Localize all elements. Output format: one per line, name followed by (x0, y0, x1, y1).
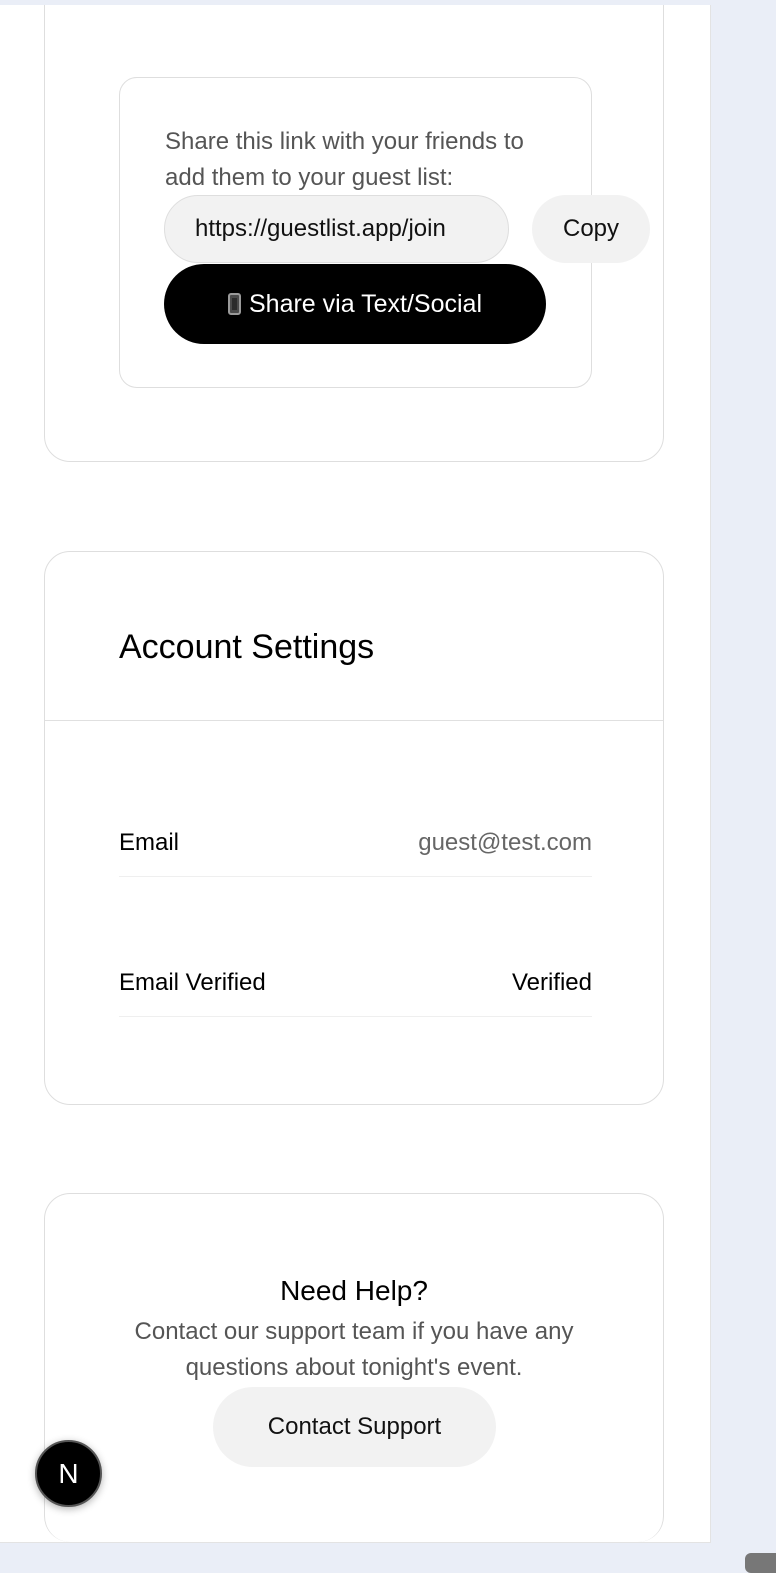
contact-support-button[interactable]: Contact Support (213, 1387, 496, 1467)
help-card: Need Help? Contact our support team if y… (44, 1193, 664, 1542)
share-link-box: Share this link with your friends to add… (119, 77, 650, 388)
nextjs-devtools-badge[interactable]: N (35, 1440, 102, 1507)
setting-row-email: Email guest@test.com (119, 807, 592, 877)
setting-row-email-verified: Email Verified Verified (119, 947, 592, 1017)
share-button-label: Share via Text/Social (249, 289, 482, 318)
account-divider (45, 720, 663, 721)
mobile-phone-icon (228, 293, 241, 315)
page-viewport: Share this link with your friends to add… (0, 5, 711, 1543)
account-settings-title: Account Settings (119, 628, 375, 666)
share-link-field[interactable]: https://guestlist.app/join (164, 195, 509, 263)
setting-label: Email Verified (119, 969, 266, 996)
help-title: Need Help? (280, 1275, 428, 1306)
share-via-text-button[interactable]: Share via Text/Social (164, 264, 546, 344)
setting-value: guest@test.com (418, 829, 592, 856)
resize-handle[interactable] (745, 1553, 776, 1573)
account-settings-card: Account Settings Email guest@test.com Em… (44, 551, 664, 1105)
help-text: Contact our support team if you have any… (134, 1318, 574, 1381)
share-card: Share this link with your friends to add… (44, 5, 664, 462)
setting-value: Verified (511, 969, 592, 996)
setting-label: Email (119, 829, 180, 856)
share-instructions: Share this link with your friends to add… (165, 128, 524, 191)
copy-button[interactable]: Copy (532, 195, 650, 263)
